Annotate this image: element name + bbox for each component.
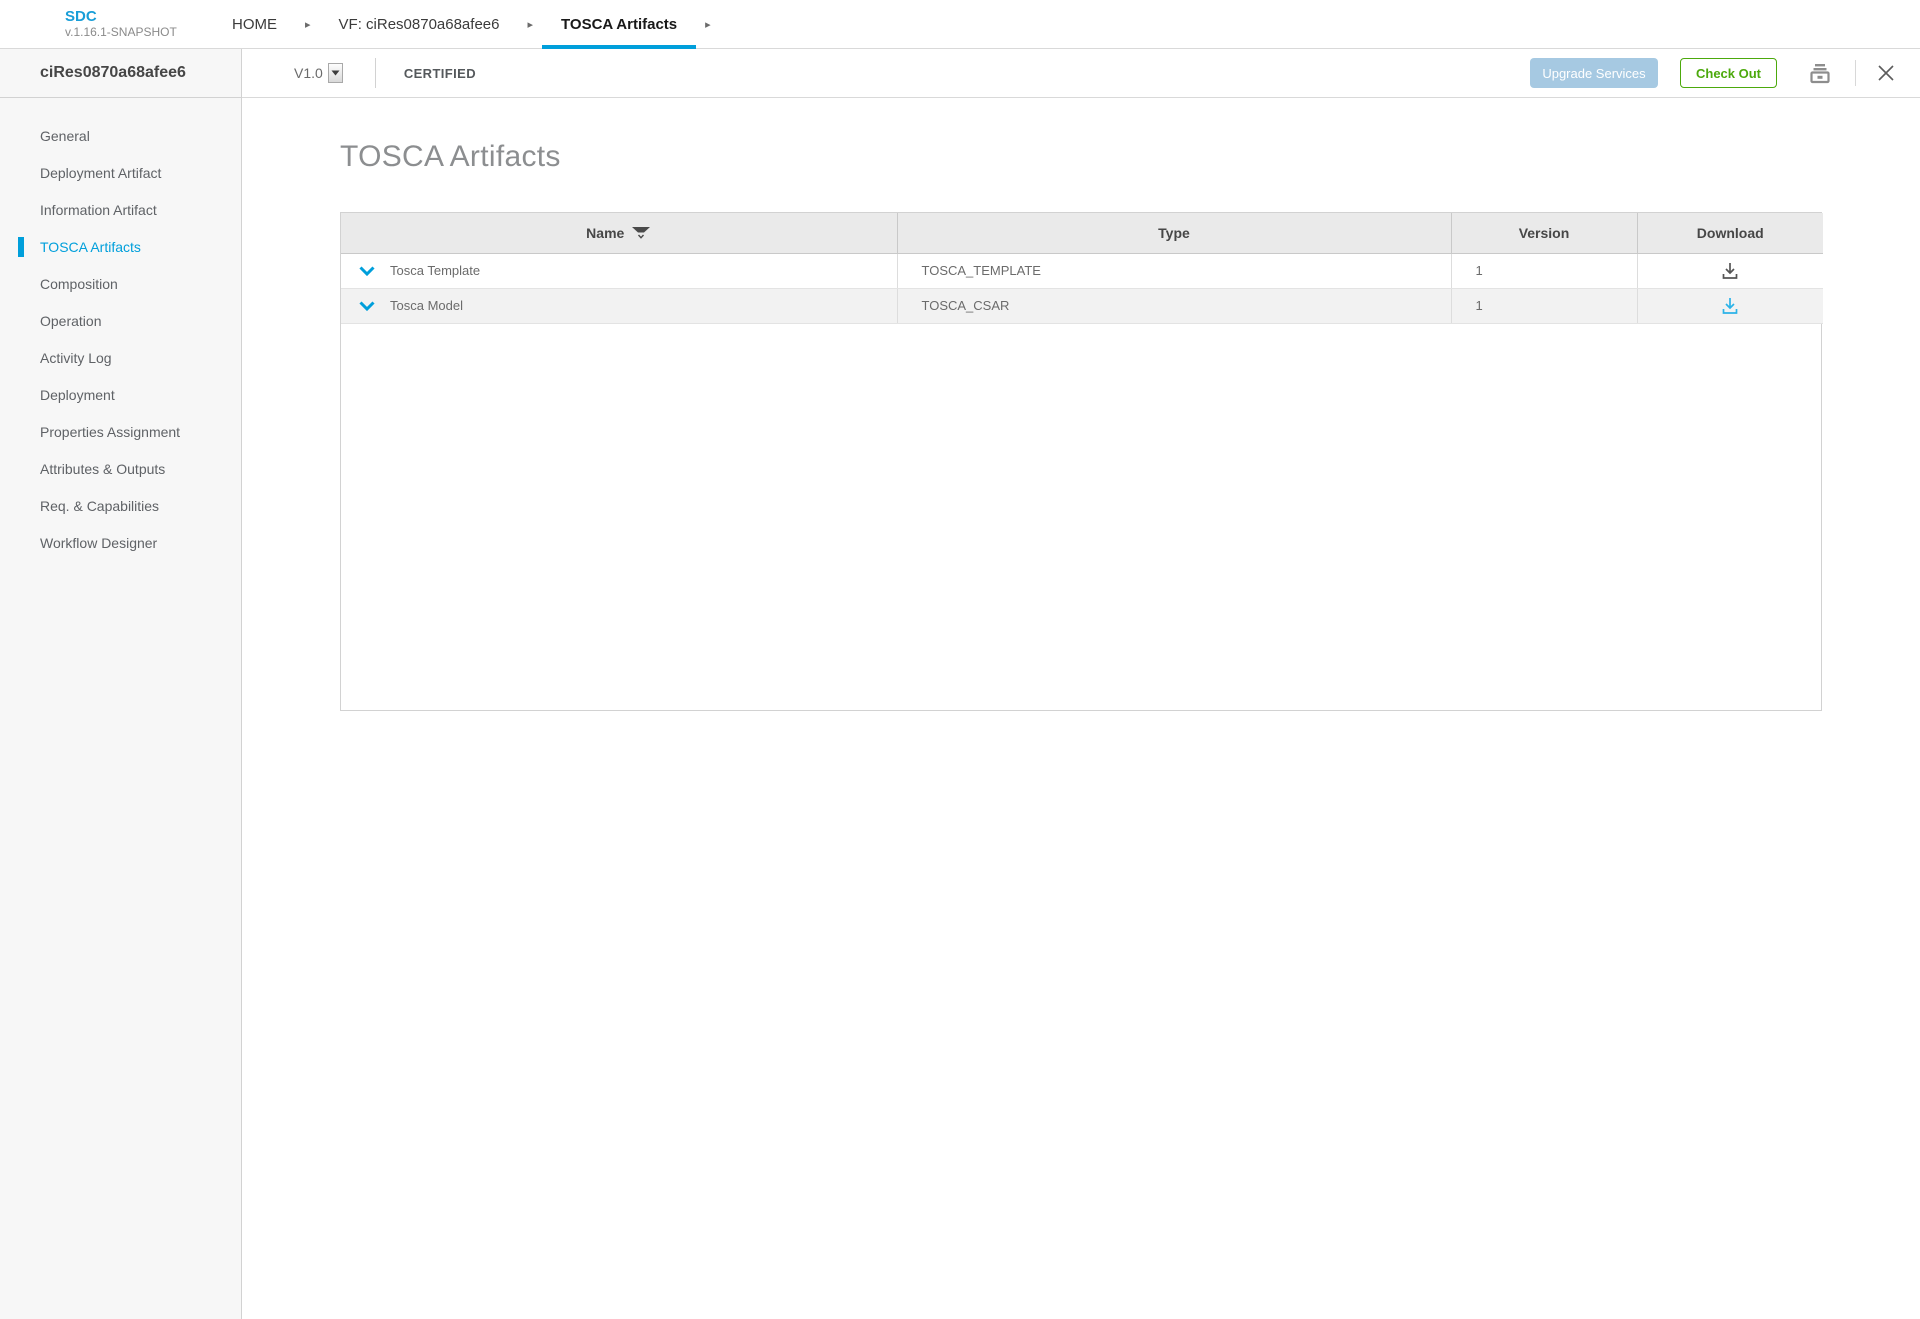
sdc-app: SDC v.1.16.1-SNAPSHOT HOME ▸ VF: ciRes08… <box>0 0 1920 1319</box>
sidebar-item-tosca-artifacts[interactable]: TOSCA Artifacts <box>0 228 241 265</box>
sidebar-item-attributes-outputs[interactable]: Attributes & Outputs <box>0 450 241 487</box>
main-panel: V1.0 CERTIFIED Upgrade Services Check Ou… <box>242 49 1920 1319</box>
breadcrumb-arrow-icon: ▸ <box>305 18 311 31</box>
sidebar-item-operation[interactable]: Operation <box>0 302 241 339</box>
sidebar-item-workflow-designer[interactable]: Workflow Designer <box>0 524 241 561</box>
lifecycle-status-badge: CERTIFIED <box>403 65 477 81</box>
workspace: ciRes0870a68afee6 General Deployment Art… <box>0 49 1920 1319</box>
table-header-row: Name Type Version Download <box>341 213 1823 254</box>
sidebar-item-deployment-artifact[interactable]: Deployment Artifact <box>0 154 241 191</box>
upgrade-services-button[interactable]: Upgrade Services <box>1530 58 1658 88</box>
sidebar-item-properties-assignment[interactable]: Properties Assignment <box>0 413 241 450</box>
artifact-version: 1 <box>1451 288 1638 324</box>
app-logo-title: SDC <box>65 8 97 25</box>
column-header-download: Download <box>1637 213 1823 254</box>
column-header-type: Type <box>897 213 1452 254</box>
expand-row-chevron-icon[interactable] <box>359 300 375 311</box>
top-bar: SDC v.1.16.1-SNAPSHOT HOME ▸ VF: ciRes08… <box>0 0 1920 49</box>
expand-row-chevron-icon[interactable] <box>359 265 375 276</box>
sidebar-item-general[interactable]: General <box>0 117 241 154</box>
app-version-label: v.1.16.1-SNAPSHOT <box>65 25 177 39</box>
artifact-version: 1 <box>1451 253 1638 289</box>
download-icon[interactable] <box>1720 261 1740 281</box>
header-divider <box>1855 60 1856 86</box>
check-out-button[interactable]: Check Out <box>1680 58 1777 88</box>
tosca-artifacts-view: TOSCA Artifacts Name Type Version Downlo… <box>242 98 1920 1319</box>
column-header-name[interactable]: Name <box>341 213 898 254</box>
artifact-name: Tosca Template <box>390 263 481 278</box>
component-name: ciRes0870a68afee6 <box>40 64 186 81</box>
tab-tosca-artifacts[interactable]: TOSCA Artifacts <box>542 0 697 49</box>
sidebar-item-activity-log[interactable]: Activity Log <box>0 339 241 376</box>
download-icon[interactable] <box>1720 296 1740 316</box>
breadcrumb-arrow-icon: ▸ <box>705 18 711 31</box>
sidebar-menu: General Deployment Artifact Information … <box>0 98 241 561</box>
version-dropdown-icon[interactable] <box>327 63 343 83</box>
component-name-header: ciRes0870a68afee6 <box>0 49 241 98</box>
sidebar-item-information-artifact[interactable]: Information Artifact <box>0 191 241 228</box>
breadcrumb-arrow-icon: ▸ <box>527 18 534 31</box>
breadcrumb: HOME ▸ VF: ciRes0870a68afee6 ▸ TOSCA Art… <box>213 0 720 49</box>
column-header-version: Version <box>1451 213 1638 254</box>
component-header-bar: V1.0 CERTIFIED Upgrade Services Check Ou… <box>242 49 1920 98</box>
sort-descending-icon <box>631 226 651 239</box>
column-header-name-label: Name <box>586 224 625 241</box>
sidebar-item-req-capabilities[interactable]: Req. & Capabilities <box>0 487 241 524</box>
artifacts-table: Name Type Version Download Tosca Templat… <box>340 212 1823 711</box>
app-logo: SDC v.1.16.1-SNAPSHOT <box>65 0 195 48</box>
print-icon[interactable] <box>1807 60 1833 86</box>
artifact-type: TOSCA_CSAR <box>897 288 1452 324</box>
close-icon[interactable] <box>1878 65 1894 81</box>
table-row: Tosca Model TOSCA_CSAR 1 <box>341 288 1823 324</box>
version-selector[interactable]: V1.0 <box>294 63 343 83</box>
artifact-name: Tosca Model <box>390 298 463 313</box>
page-title: TOSCA Artifacts <box>340 140 561 173</box>
header-divider <box>374 58 376 88</box>
artifact-type: TOSCA_TEMPLATE <box>897 253 1452 289</box>
sidebar-item-composition[interactable]: Composition <box>0 265 241 302</box>
tab-vf-component[interactable]: VF: ciRes0870a68afee6 <box>320 0 519 48</box>
version-label: V1.0 <box>294 65 323 81</box>
sidebar-item-deployment[interactable]: Deployment <box>0 376 241 413</box>
table-row: Tosca Template TOSCA_TEMPLATE 1 <box>341 253 1823 289</box>
sidebar: ciRes0870a68afee6 General Deployment Art… <box>0 49 242 1319</box>
tab-home[interactable]: HOME <box>213 0 296 48</box>
